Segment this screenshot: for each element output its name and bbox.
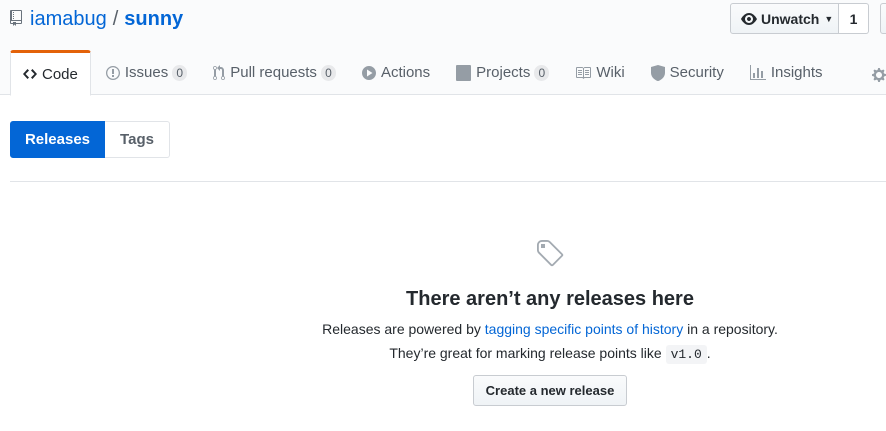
- eye-icon: [741, 11, 757, 27]
- path-separator: /: [112, 7, 119, 30]
- unwatch-label: Unwatch: [761, 10, 820, 27]
- blankslate: There aren’t any releases here Releases …: [300, 238, 800, 406]
- create-release-button[interactable]: Create a new release: [472, 375, 628, 406]
- repo-name-link[interactable]: sunny: [124, 8, 183, 31]
- tab-pull-requests[interactable]: Pull requests 0: [200, 50, 349, 95]
- play-icon: [361, 65, 376, 81]
- releases-tab[interactable]: Releases: [10, 121, 105, 158]
- blankslate-line-1: Releases are powered by tagging specific…: [300, 317, 800, 341]
- pulls-counter: 0: [320, 64, 336, 81]
- line2-text-end: .: [706, 345, 711, 361]
- watchers-count[interactable]: 1: [839, 3, 869, 34]
- repo-owner-link[interactable]: iamabug: [30, 8, 107, 31]
- tab-issues[interactable]: Issues 0: [93, 50, 200, 95]
- divider: [10, 181, 886, 182]
- tab-wiki[interactable]: Wiki: [562, 50, 637, 95]
- tab-wiki-label: Wiki: [596, 64, 625, 81]
- tab-projects-label: Projects: [476, 64, 531, 81]
- tab-actions[interactable]: Actions: [349, 50, 443, 95]
- gear-icon[interactable]: [872, 67, 886, 82]
- line1-text-end: in a repository.: [683, 321, 778, 337]
- unwatch-button[interactable]: Unwatch ▼: [730, 3, 839, 34]
- repo-header: iamabug / sunny Unwatch ▼ 1 Code Issues …: [0, 0, 886, 96]
- book-icon: [575, 65, 592, 81]
- releases-subnav: Releases Tags: [10, 121, 170, 158]
- project-icon: [456, 64, 472, 81]
- tab-pull-requests-label: Pull requests: [230, 64, 317, 81]
- caret-down-icon: ▼: [824, 13, 834, 24]
- projects-counter: 0: [534, 64, 550, 81]
- pull-request-icon: [213, 64, 226, 81]
- repo-title: iamabug / sunny: [10, 4, 183, 34]
- tab-code-label: Code: [42, 65, 78, 83]
- tagging-history-link[interactable]: tagging specific points of history: [485, 321, 683, 337]
- tab-security-label: Security: [669, 64, 724, 81]
- tag-icon: [535, 238, 565, 270]
- issues-counter: 0: [172, 64, 188, 81]
- graph-icon: [749, 64, 766, 81]
- version-code: v1.0: [665, 345, 707, 364]
- tab-projects[interactable]: Projects 0: [443, 50, 562, 95]
- shield-icon: [650, 64, 665, 81]
- star-button[interactable]: [880, 3, 886, 34]
- issue-icon: [105, 65, 120, 81]
- repo-icon: [10, 10, 24, 28]
- code-icon: [23, 66, 37, 82]
- tab-actions-label: Actions: [380, 64, 431, 81]
- repo-nav: Code Issues 0 Pull requests 0 Actions Pr…: [10, 50, 836, 96]
- tab-security[interactable]: Security: [638, 50, 737, 95]
- blankslate-line-2: They’re great for marking release points…: [300, 341, 800, 367]
- watch-group: Unwatch ▼ 1: [730, 3, 869, 34]
- blankslate-title: There aren’t any releases here: [406, 288, 694, 310]
- tags-tab[interactable]: Tags: [105, 121, 170, 158]
- line2-text-start: They’re great for marking release points…: [389, 345, 666, 361]
- tab-insights[interactable]: Insights: [737, 50, 836, 95]
- line1-text-start: Releases are powered by: [322, 321, 485, 337]
- tab-code[interactable]: Code: [10, 50, 91, 96]
- tab-insights-label: Insights: [770, 64, 823, 81]
- tab-issues-label: Issues: [124, 64, 169, 81]
